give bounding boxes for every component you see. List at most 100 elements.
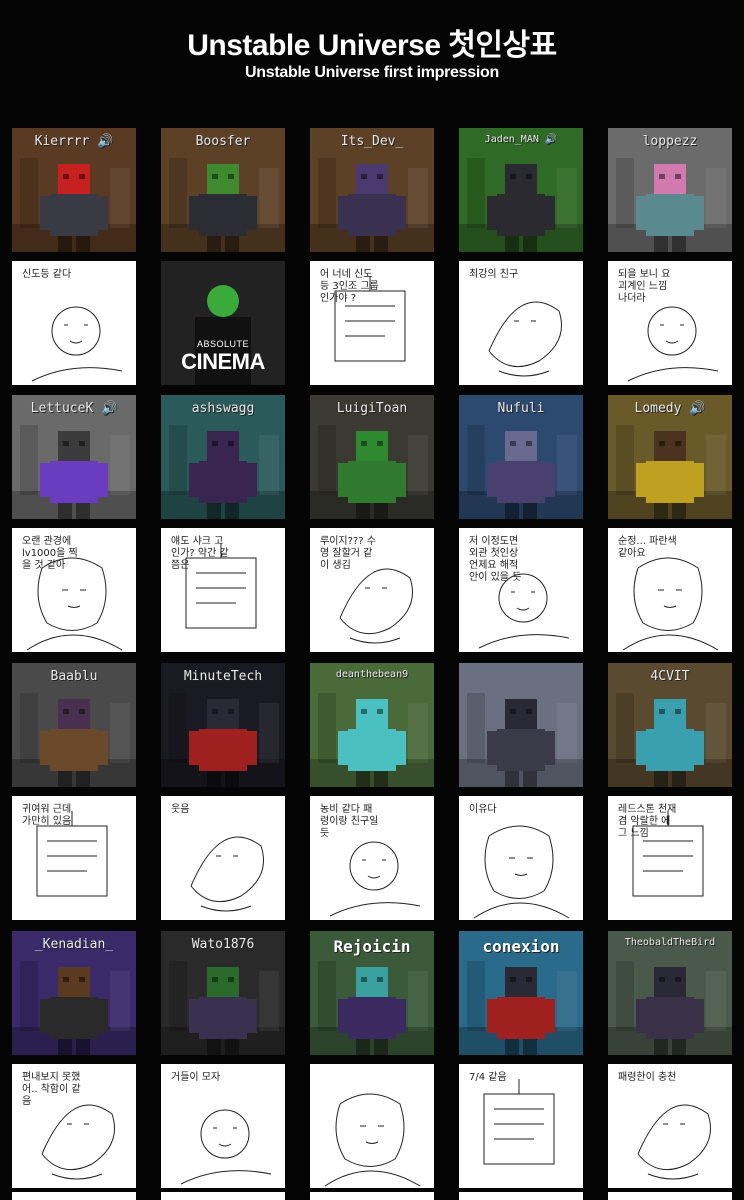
player-leg xyxy=(505,771,519,787)
player-arm xyxy=(543,196,555,230)
sketch-base xyxy=(349,637,401,644)
player-leg xyxy=(374,1039,388,1055)
player-nametag: LettuceK 🔊 xyxy=(30,401,118,416)
player-head xyxy=(505,967,537,997)
player-head xyxy=(654,164,686,194)
cell-stub xyxy=(12,1192,136,1200)
player-eye xyxy=(212,977,218,982)
sketch-face xyxy=(658,589,682,608)
player-leg xyxy=(523,771,537,787)
sketch-note: 편내보지 못했어.. 착함이 같음 xyxy=(22,1072,81,1107)
scene-block xyxy=(318,961,336,1031)
player-eye xyxy=(377,709,383,714)
player-leg xyxy=(356,771,370,787)
player-body xyxy=(348,461,396,503)
player-head xyxy=(505,431,537,461)
sketch-lines xyxy=(643,840,693,872)
player-arm xyxy=(394,463,406,497)
player-arm xyxy=(40,999,52,1033)
player-leg xyxy=(76,1039,90,1055)
player-arm xyxy=(692,731,704,765)
player-body xyxy=(348,194,396,236)
impression-sketch: 레드스톤 천재 겸 악랄한 에그 느낌 xyxy=(608,796,732,920)
impression-sketch: 거들이 모자 xyxy=(161,1064,285,1188)
scene-block xyxy=(616,693,634,763)
player-screenshot: loppezz xyxy=(608,128,732,252)
player-nametag: TheobaldTheBird xyxy=(624,937,716,948)
player-head xyxy=(207,431,239,461)
player-eye xyxy=(526,174,532,179)
player-leg xyxy=(654,771,668,787)
scene-block xyxy=(408,435,428,495)
sketch-face xyxy=(660,324,684,344)
scene-block xyxy=(706,168,726,228)
player-nametag: Jaden_MAN 🔊 xyxy=(484,134,558,145)
sketch-base xyxy=(51,1173,103,1180)
player-head xyxy=(58,699,90,729)
player-arm xyxy=(487,731,499,765)
minecraft-scene xyxy=(459,128,583,252)
sketch-note: 7/4 같음 xyxy=(469,1072,507,1083)
player-arm xyxy=(487,999,499,1033)
player-eye xyxy=(361,441,367,446)
player-eye xyxy=(377,977,383,982)
player-head xyxy=(505,699,537,729)
scene-block xyxy=(259,168,279,228)
minecraft-scene xyxy=(310,663,434,787)
player-arm xyxy=(189,463,201,497)
player-screenshot: LettuceK 🔊 xyxy=(12,395,136,519)
player-nametag: conexion xyxy=(482,937,560,956)
player-nametag: loppezz xyxy=(642,134,698,149)
player-leg xyxy=(225,236,239,252)
sketch-head xyxy=(200,1109,250,1159)
player-eye xyxy=(510,709,516,714)
player-arm xyxy=(96,999,108,1033)
sketch-face xyxy=(213,1127,237,1147)
impression-sketch xyxy=(310,1064,434,1188)
sketch-base xyxy=(647,1173,699,1180)
player-screenshot: Boosfer xyxy=(161,128,285,252)
scene-block xyxy=(169,425,187,495)
player-leg xyxy=(58,503,72,519)
player-arm xyxy=(96,463,108,497)
sketch-shoulders xyxy=(329,902,421,917)
scene-block xyxy=(259,703,279,763)
scene-block xyxy=(706,703,726,763)
sketch-body xyxy=(324,1170,421,1187)
player-arm xyxy=(543,731,555,765)
player-leg xyxy=(374,771,388,787)
sketch-note: 얘도 샤크 고인가? 약간 같 쯤은 xyxy=(171,536,229,571)
sketch-frame xyxy=(36,825,108,897)
scene-block xyxy=(616,158,634,228)
scene-block xyxy=(110,435,130,495)
sketch-outline xyxy=(41,1104,115,1171)
scene-block xyxy=(169,158,187,228)
scene-block xyxy=(318,158,336,228)
player-eye xyxy=(212,709,218,714)
player-nametag: deanthebean9 xyxy=(335,669,409,680)
player-nametag: 4CVIT xyxy=(650,669,690,684)
cinema-caption-main: CINEMA xyxy=(181,349,265,374)
player-head xyxy=(654,699,686,729)
player-screenshot: Wato1876 xyxy=(161,931,285,1055)
sketch-frame xyxy=(483,1093,555,1165)
player-nametag: Baablu xyxy=(50,669,98,684)
player-leg xyxy=(207,503,221,519)
scene-block xyxy=(408,971,428,1031)
player-eye xyxy=(79,441,85,446)
player-arm xyxy=(636,463,648,497)
player-eye xyxy=(659,977,665,982)
player-screenshot: Kierrrr 🔊 xyxy=(12,128,136,252)
scene-block xyxy=(259,971,279,1031)
player-leg xyxy=(58,1039,72,1055)
sketch-face xyxy=(62,589,86,608)
sketch-body xyxy=(26,634,123,651)
player-eye xyxy=(228,977,234,982)
player-nametag: Its_Dev_ xyxy=(340,134,404,149)
player-leg xyxy=(356,236,370,252)
player-leg xyxy=(374,236,388,252)
player-eye xyxy=(526,709,532,714)
player-eye xyxy=(526,441,532,446)
sketch-shoulders xyxy=(31,367,123,382)
player-nametag: Nufuli xyxy=(497,401,545,416)
